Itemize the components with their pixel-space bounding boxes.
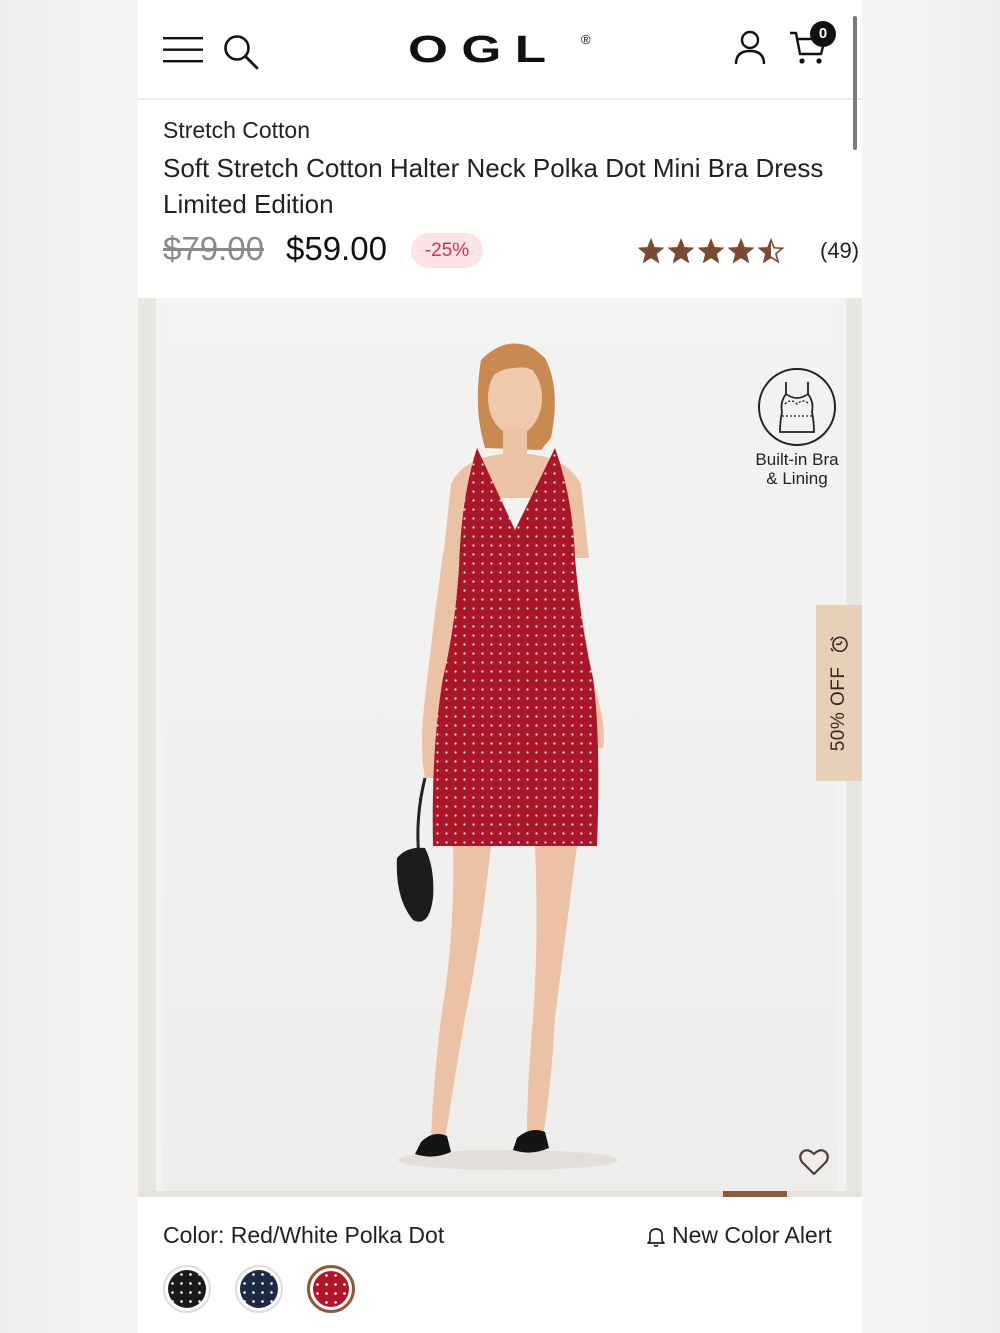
sale-price: $59.00 [286, 230, 387, 267]
rating-star [667, 238, 695, 264]
wishlist-heart-icon[interactable] [799, 1148, 829, 1176]
top-header: OGL ® 0 [138, 0, 862, 150]
registered-mark: ® [581, 32, 591, 47]
sale-tab-label: 50% OFF [828, 666, 849, 752]
discount-badge: -25% [411, 233, 483, 268]
color-swatch-fill [240, 1270, 278, 1308]
scroll-indicator [853, 16, 857, 150]
gallery-progress [138, 1191, 862, 1197]
alarm-clock-icon [830, 636, 848, 653]
product-page: OGL ® 0 Stretch Cotton Soft Stretch Cott… [138, 0, 862, 1333]
color-swatch[interactable] [163, 1265, 211, 1313]
original-price: $79.00 [163, 230, 264, 267]
product-gallery[interactable]: Built-in Bra & Lining 50% OFF [138, 298, 862, 1191]
rating-star [727, 238, 755, 264]
rating-stars [638, 238, 785, 264]
feature-label: Built-in Bra & Lining [755, 450, 839, 488]
color-swatch[interactable] [235, 1265, 283, 1313]
bra-lining-icon [758, 368, 836, 446]
account-icon[interactable] [733, 30, 767, 66]
product-rating[interactable]: (49) [638, 236, 859, 266]
cart-count-badge: 0 [810, 21, 836, 47]
price-row: $79.00 $59.00 -25% (49) [163, 228, 859, 272]
bell-icon [647, 1228, 665, 1247]
gallery-progress-fill [723, 1191, 787, 1197]
review-count: (49) [820, 238, 860, 263]
menu-icon[interactable] [163, 36, 205, 64]
color-swatch[interactable] [307, 1265, 355, 1313]
rating-star [757, 238, 785, 264]
built-in-bra-badge: Built-in Bra & Lining [745, 366, 849, 488]
new-color-alert-label: New Color Alert [672, 1222, 832, 1248]
product-category[interactable]: Stretch Cotton [163, 117, 310, 144]
product-image[interactable]: Built-in Bra & Lining [163, 298, 839, 1191]
product-title: Soft Stretch Cotton Halter Neck Polka Do… [163, 153, 824, 219]
model-in-dress-image [396, 343, 618, 1170]
rating-star [697, 238, 725, 264]
previous-slide-peek[interactable] [138, 298, 156, 1191]
color-swatch-fill [313, 1271, 349, 1307]
search-icon[interactable] [222, 33, 260, 71]
brand-logo[interactable]: OGL ® [408, 30, 598, 70]
logo-text: OGL [408, 29, 560, 71]
selected-color-label: Color: Red/White Polka Dot [163, 1222, 445, 1248]
rating-star [638, 238, 665, 264]
sale-tab[interactable]: 50% OFF [816, 605, 862, 781]
color-swatch-fill [168, 1270, 206, 1308]
